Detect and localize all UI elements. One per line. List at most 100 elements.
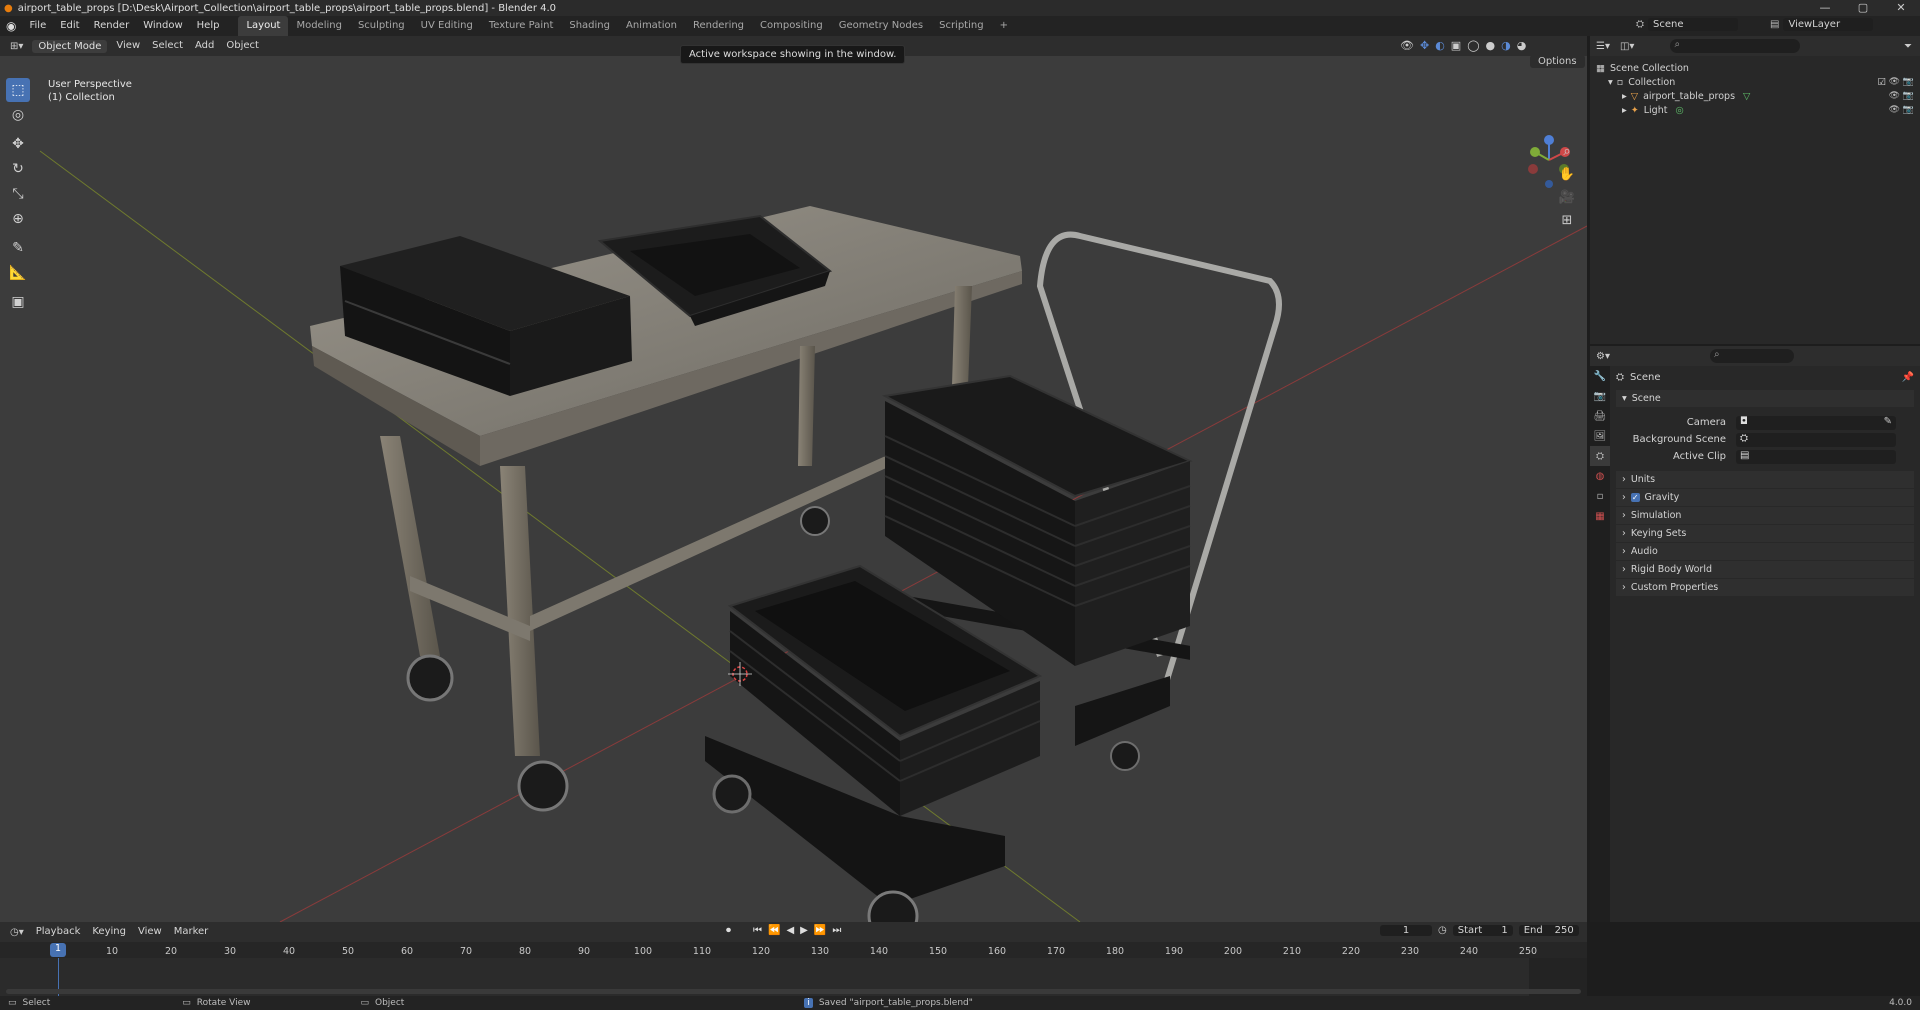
eye-icon[interactable]: 👁 (1889, 91, 1900, 101)
gravity-checkbox[interactable]: ✓ (1630, 493, 1640, 502)
tab-sculpting[interactable]: Sculpting (350, 16, 413, 36)
measure-tool-icon[interactable]: 📐 (6, 261, 30, 285)
timeline-editor-icon[interactable]: ◷▾ (4, 927, 30, 938)
pin-icon[interactable]: 📌 (1902, 372, 1914, 383)
add-workspace-button[interactable]: + (992, 16, 1016, 36)
simulation-panel[interactable]: › Simulation (1616, 507, 1914, 524)
record-icon[interactable]: ⏺ (726, 925, 731, 936)
next-keyframe-icon[interactable]: ⏩ (814, 925, 826, 936)
expand-arrow-icon[interactable]: ▾ (1608, 77, 1613, 88)
prev-keyframe-icon[interactable]: ⏪ (768, 925, 780, 936)
tab-compositing[interactable]: Compositing (752, 16, 831, 36)
expand-arrow-icon[interactable]: ▸ (1622, 91, 1627, 102)
material-shading-icon[interactable]: ◑ (1501, 39, 1511, 52)
tab-layout[interactable]: Layout (238, 16, 289, 36)
menu-file[interactable]: File (22, 16, 53, 36)
menu-view[interactable]: View (110, 36, 146, 56)
pan-hand-icon[interactable]: ✋ (1556, 163, 1578, 185)
rigid-body-world-panel[interactable]: › Rigid Body World (1616, 561, 1914, 578)
overlay-toggle-icon[interactable]: ◐ (1435, 39, 1445, 52)
outliner-item[interactable]: ▸ ✦ Light ◎ 👁 📷 (1590, 103, 1920, 117)
eye-icon[interactable]: 👁 (1889, 77, 1900, 87)
visibility-icon[interactable]: 👁 (1400, 39, 1414, 52)
timeline-scrollbar[interactable] (6, 989, 1581, 994)
properties-editor-icon[interactable]: ⚙▾ (1596, 351, 1610, 362)
view-layer-selector[interactable]: ViewLayer (1783, 18, 1874, 31)
display-mode-icon[interactable]: ◫▾ (1620, 41, 1634, 52)
render-icon[interactable]: 📷 (1903, 77, 1914, 87)
menu-edit[interactable]: Edit (53, 16, 86, 36)
tab-uv-editing[interactable]: UV Editing (413, 16, 481, 36)
tab-geometry-nodes[interactable]: Geometry Nodes (831, 16, 931, 36)
cursor-tool-icon[interactable]: ◎ (6, 103, 30, 127)
maximize-button[interactable]: ▢ (1844, 0, 1882, 16)
render-icon[interactable]: 📷 (1903, 105, 1914, 115)
camera-view-icon[interactable]: 🎥 (1556, 186, 1578, 208)
custom-properties-panel[interactable]: › Custom Properties (1616, 579, 1914, 596)
jump-start-icon[interactable]: ⏮ (753, 925, 762, 936)
playhead-marker[interactable]: 1 (50, 943, 66, 957)
menu-help[interactable]: Help (190, 16, 227, 36)
background-scene-field[interactable]: ⛭ (1736, 432, 1896, 447)
tab-animation[interactable]: Animation (618, 16, 685, 36)
tab-shading[interactable]: Shading (561, 16, 618, 36)
wireframe-shading-icon[interactable]: ◯ (1467, 39, 1479, 52)
select-box-tool-icon[interactable]: ⬚ (6, 78, 30, 102)
menu-add[interactable]: Add (189, 36, 220, 56)
gravity-panel[interactable]: › ✓ Gravity (1616, 489, 1914, 506)
jump-end-icon[interactable]: ⏭ (832, 925, 841, 936)
menu-window[interactable]: Window (136, 16, 189, 36)
outliner-item[interactable]: ▸ ▽ airport_table_props ▽ 👁 📷 (1590, 89, 1920, 103)
solid-shading-icon[interactable]: ● (1486, 39, 1496, 52)
menu-timeline-view[interactable]: View (132, 922, 168, 942)
end-frame-field[interactable]: End 250 (1518, 925, 1579, 936)
blender-menu-icon[interactable]: ◉ (0, 19, 22, 33)
start-frame-field[interactable]: Start 1 (1452, 925, 1513, 936)
tab-texture-paint[interactable]: Texture Paint (481, 16, 562, 36)
tool-tab-icon[interactable]: 🔧 (1590, 366, 1610, 386)
zoom-icon[interactable]: ⌕ (1556, 140, 1578, 162)
add-cube-tool-icon[interactable]: ▣ (6, 290, 30, 314)
eyedropper-icon[interactable]: ✎ (1884, 416, 1892, 427)
minimize-button[interactable]: — (1806, 0, 1844, 16)
scene-section-header[interactable]: ▾ Scene (1616, 390, 1914, 407)
rotate-tool-icon[interactable]: ↻ (6, 157, 30, 181)
menu-keying[interactable]: Keying (86, 922, 132, 942)
timeline-area[interactable]: 1 10 20 30 40 50 60 70 80 90 100 110 120… (0, 942, 1587, 996)
move-tool-icon[interactable]: ✥ (6, 132, 30, 156)
menu-playback[interactable]: Playback (30, 922, 87, 942)
tab-rendering[interactable]: Rendering (685, 16, 752, 36)
checkbox-icon[interactable]: ☑ (1877, 77, 1886, 88)
eye-icon[interactable]: 👁 (1889, 105, 1900, 115)
editor-type-icon[interactable]: ⊞▾ (4, 41, 29, 52)
outliner-item[interactable]: ▾ ▫ Collection ☑ 👁 📷 (1590, 75, 1920, 89)
scale-tool-icon[interactable]: ⤡ (6, 182, 30, 206)
options-button[interactable]: Options (1530, 56, 1585, 68)
tab-scripting[interactable]: Scripting (931, 16, 991, 36)
units-panel[interactable]: › Units (1616, 471, 1914, 488)
play-icon[interactable]: ▶ (800, 925, 808, 936)
xray-icon[interactable]: ▣ (1451, 39, 1461, 52)
camera-field[interactable]: ◘ ✎ (1736, 415, 1896, 430)
outliner-editor-icon[interactable]: ☰▾ (1596, 41, 1610, 52)
clock-icon[interactable]: ◷ (1438, 925, 1447, 936)
3d-viewport[interactable]: User Perspective (1) Collection Options … (0, 56, 1587, 922)
gizmo-toggle-icon[interactable]: ✥ (1420, 39, 1429, 52)
properties-search-input[interactable]: ⌕ (1709, 349, 1794, 363)
annotate-tool-icon[interactable]: ✎ (6, 236, 30, 260)
rendered-shading-icon[interactable]: ◕ (1517, 39, 1527, 52)
menu-render[interactable]: Render (87, 16, 137, 36)
frame-ruler[interactable]: 1 10 20 30 40 50 60 70 80 90 100 110 120… (0, 942, 1587, 958)
current-frame-field[interactable]: 1 (1380, 925, 1432, 936)
expand-arrow-icon[interactable]: ▸ (1622, 105, 1627, 116)
tab-modeling[interactable]: Modeling (288, 16, 350, 36)
menu-marker[interactable]: Marker (168, 922, 215, 942)
mode-selector[interactable]: Object Mode (32, 39, 108, 53)
render-icon[interactable]: 📷 (1903, 91, 1914, 101)
play-reverse-icon[interactable]: ◀ (786, 925, 794, 936)
transform-tool-icon[interactable]: ⊕ (6, 207, 30, 231)
audio-panel[interactable]: › Audio (1616, 543, 1914, 560)
filter-icon[interactable]: ⏷ (1904, 41, 1912, 52)
scene-selector[interactable]: Scene (1648, 18, 1738, 31)
menu-select[interactable]: Select (146, 36, 189, 56)
